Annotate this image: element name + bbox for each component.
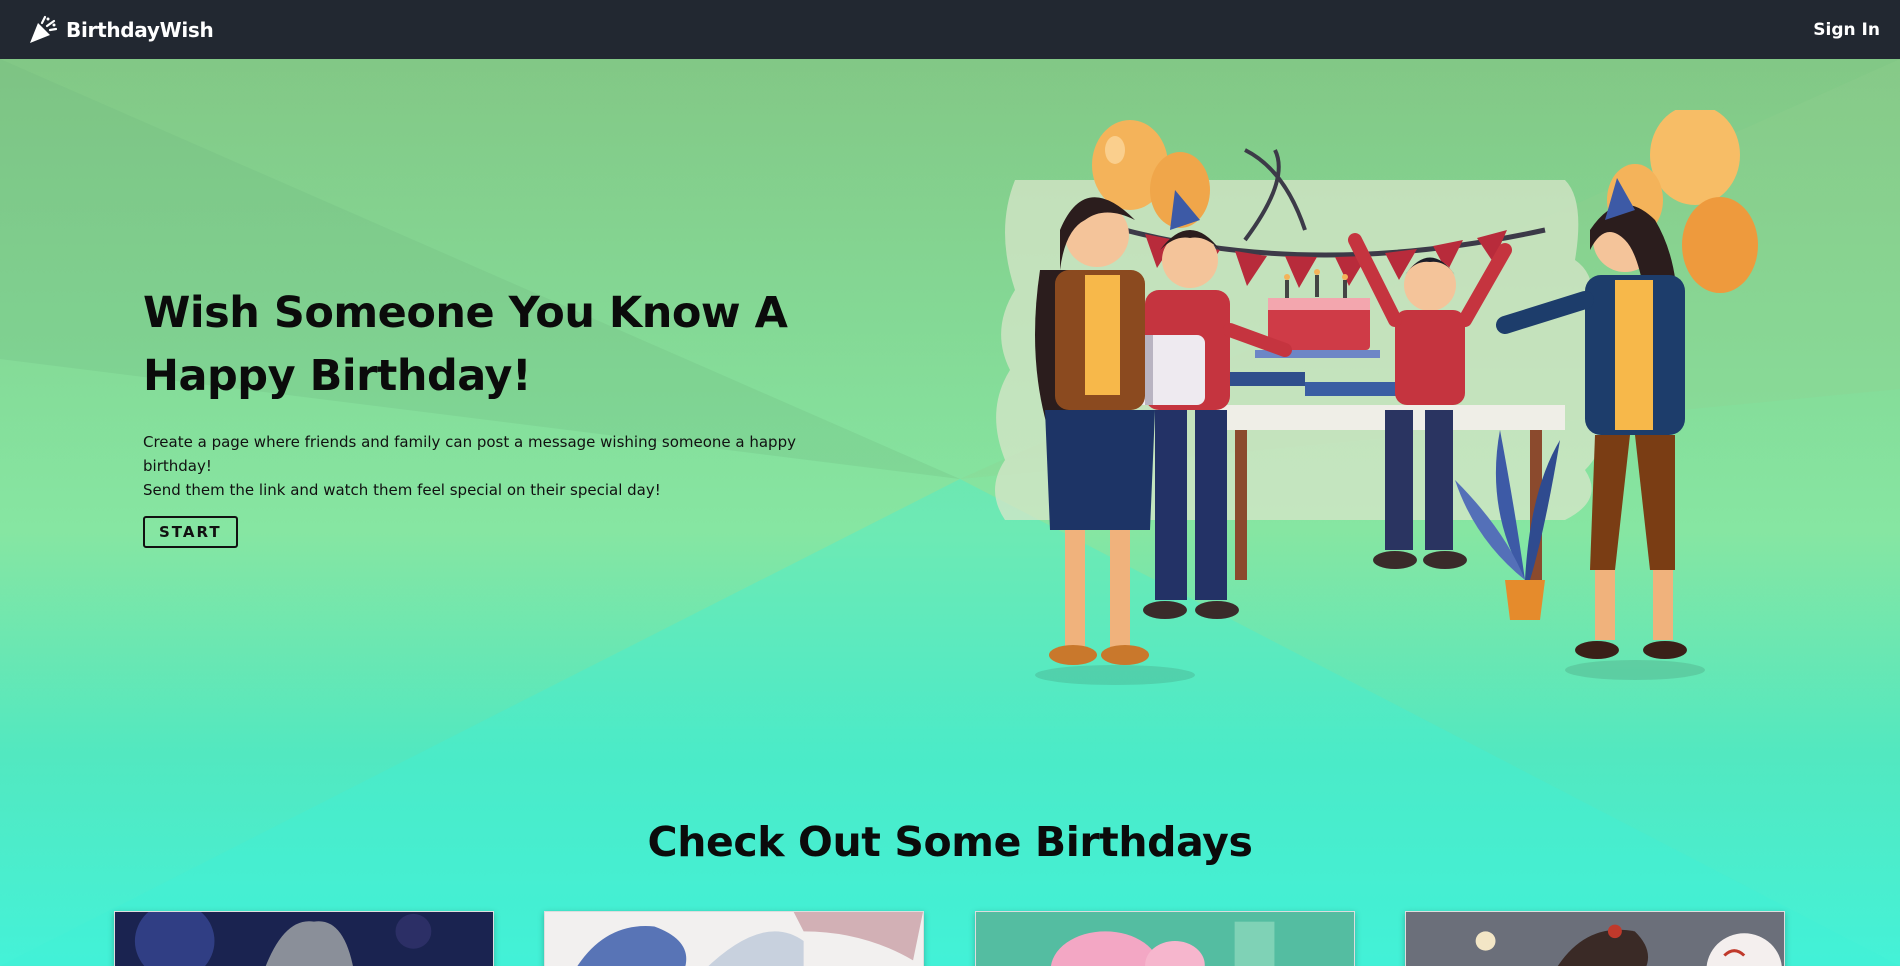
birthday-card[interactable] [544, 911, 924, 966]
brand-link[interactable]: BirthdayWish [28, 15, 214, 45]
birthday-cards-grid [0, 911, 1900, 966]
hero-description-line-2: Send them the link and watch them feel s… [143, 481, 661, 499]
birthday-card[interactable] [975, 911, 1355, 966]
hero-description: Create a page where friends and family c… [143, 430, 863, 502]
brand-name: BirthdayWish [66, 17, 214, 42]
birthday-party-illustration [995, 110, 1758, 685]
section-title: Check Out Some Birthdays [647, 818, 1253, 866]
hero-title: Wish Someone You Know A Happy Birthday! [143, 288, 788, 401]
sign-in-link[interactable]: Sign In [1813, 20, 1880, 40]
birthday-card[interactable] [114, 911, 494, 966]
hero-description-line-1: Create a page where friends and family c… [143, 433, 796, 475]
party-popper-icon [30, 15, 58, 43]
birthday-card-image [976, 912, 1354, 966]
birthday-card-image [1406, 912, 1784, 966]
top-navbar: BirthdayWish Sign In [0, 0, 1900, 59]
birthday-card-image [115, 912, 493, 966]
birthday-card[interactable] [1405, 911, 1785, 966]
start-button[interactable]: START [143, 516, 238, 548]
birthday-card-image [545, 912, 923, 966]
hero-section: Wish Someone You Know A Happy Birthday! … [143, 282, 863, 548]
